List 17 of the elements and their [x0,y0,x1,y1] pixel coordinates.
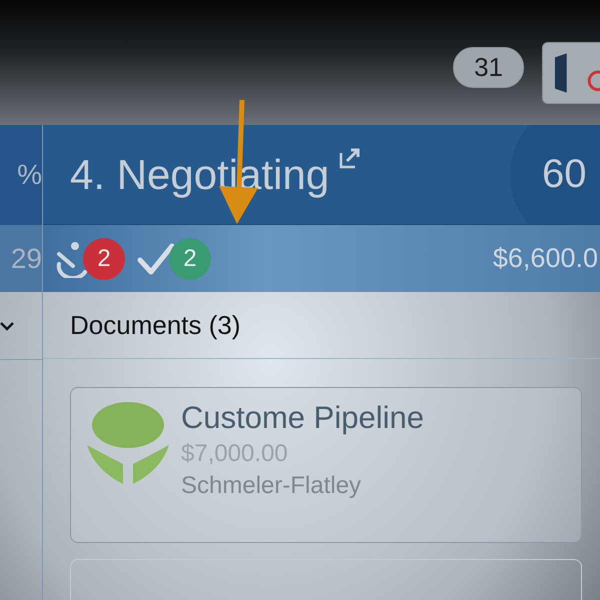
column-value: % [17,159,42,191]
count-pill[interactable]: 31 [453,47,524,88]
section-title: Documents (3) [70,310,240,340]
toolbar-button[interactable] [542,42,600,104]
chevron-down-icon[interactable] [0,320,14,330]
count-badge: 2 [169,238,211,280]
column-amount: 29 [10,242,42,274]
deal-company: Schmeler-Flatley [181,472,362,500]
progress-value: 60 [542,152,586,197]
activity-icon [55,240,89,278]
stage-amount: $6,600.0 [492,243,598,274]
count-badge: 2 [83,238,125,280]
flag-icon [553,52,600,92]
deal-title: Custome Pipeline [181,400,424,436]
logo-icon [85,400,171,486]
check-icon [137,242,175,276]
external-link-icon[interactable] [339,147,362,169]
